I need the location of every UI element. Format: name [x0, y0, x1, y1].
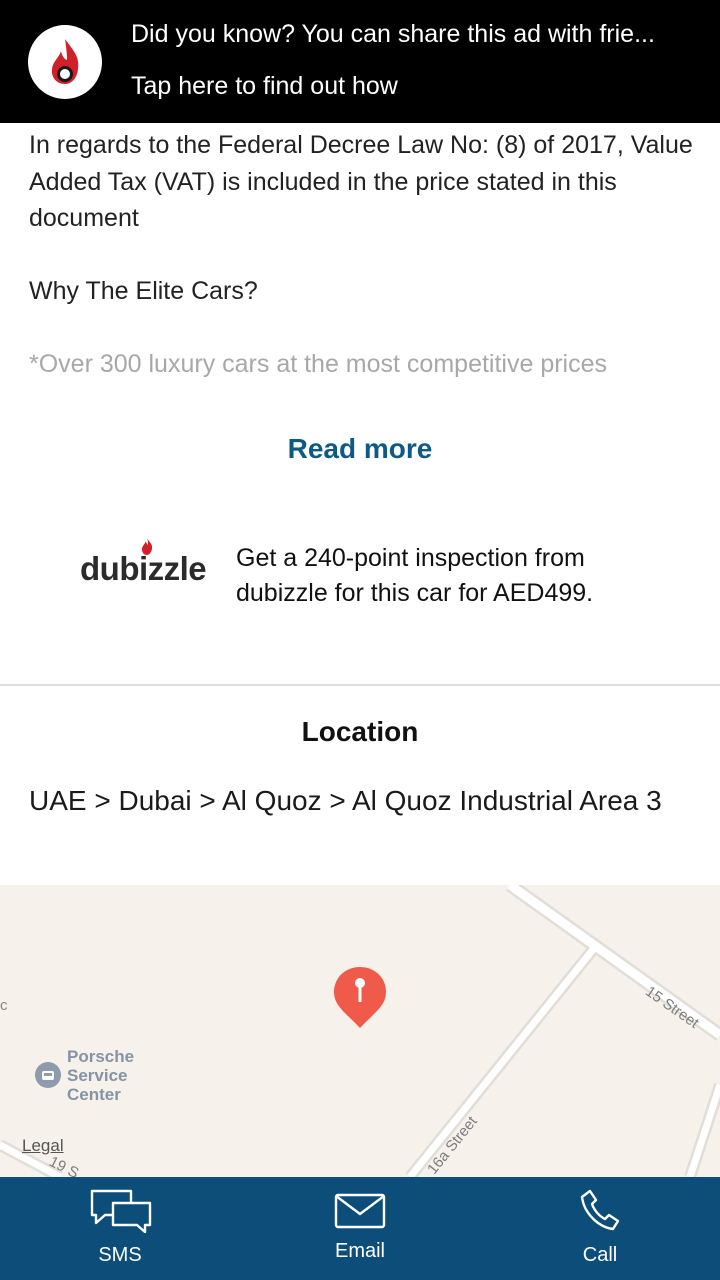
dubizzle-flame-logo-icon [28, 25, 102, 99]
car-service-icon [35, 1062, 61, 1088]
read-more-link[interactable]: Read more [0, 433, 720, 465]
dubizzle-logo: dubizzle [80, 538, 207, 588]
map-poi-label[interactable]: Porsche Service Center [67, 1047, 167, 1104]
description-paragraph-faded: *Over 300 luxury cars at the most compet… [29, 350, 608, 378]
call-label: Call [582, 1244, 618, 1266]
email-label: Email [334, 1240, 385, 1262]
map-roads [0, 885, 720, 1177]
chat-bubbles-icon [90, 1189, 152, 1233]
banner-title: Did you know? You can share this ad with… [131, 20, 655, 48]
phone-icon [580, 1189, 620, 1231]
flame-icon [142, 538, 153, 555]
contact-action-bar: SMS Email Call [0, 1177, 720, 1280]
location-path: UAE > Dubai > Al Quoz > Al Quoz Industri… [29, 785, 662, 816]
inspection-promo[interactable]: dubizzle Get a 240-point inspection from… [50, 535, 690, 625]
description-paragraph: In regards to the Federal Decree Law No:… [29, 131, 693, 232]
location-map[interactable]: c 15 Street 16a Street 19 S Porsche Serv… [0, 885, 720, 1177]
email-button[interactable]: Email [290, 1177, 430, 1280]
ad-description: In regards to the Federal Decree Law No:… [29, 127, 699, 383]
map-legal-link[interactable]: Legal [22, 1136, 64, 1156]
inspection-text: Get a 240-point inspection from dubizzle… [236, 544, 594, 607]
call-button[interactable]: Call [530, 1177, 670, 1280]
sms-button[interactable]: SMS [50, 1177, 190, 1280]
section-divider [0, 684, 720, 686]
location-heading: Location [301, 716, 419, 747]
map-pin-icon[interactable] [332, 965, 388, 1031]
description-paragraph: Why The Elite Cars? [29, 277, 258, 305]
map-edge-label: c [0, 997, 8, 1014]
share-tip-banner[interactable]: Did you know? You can share this ad with… [0, 0, 720, 123]
sms-label: SMS [98, 1244, 142, 1266]
banner-subtitle: Tap here to find out how [131, 72, 398, 100]
envelope-icon [334, 1193, 386, 1229]
